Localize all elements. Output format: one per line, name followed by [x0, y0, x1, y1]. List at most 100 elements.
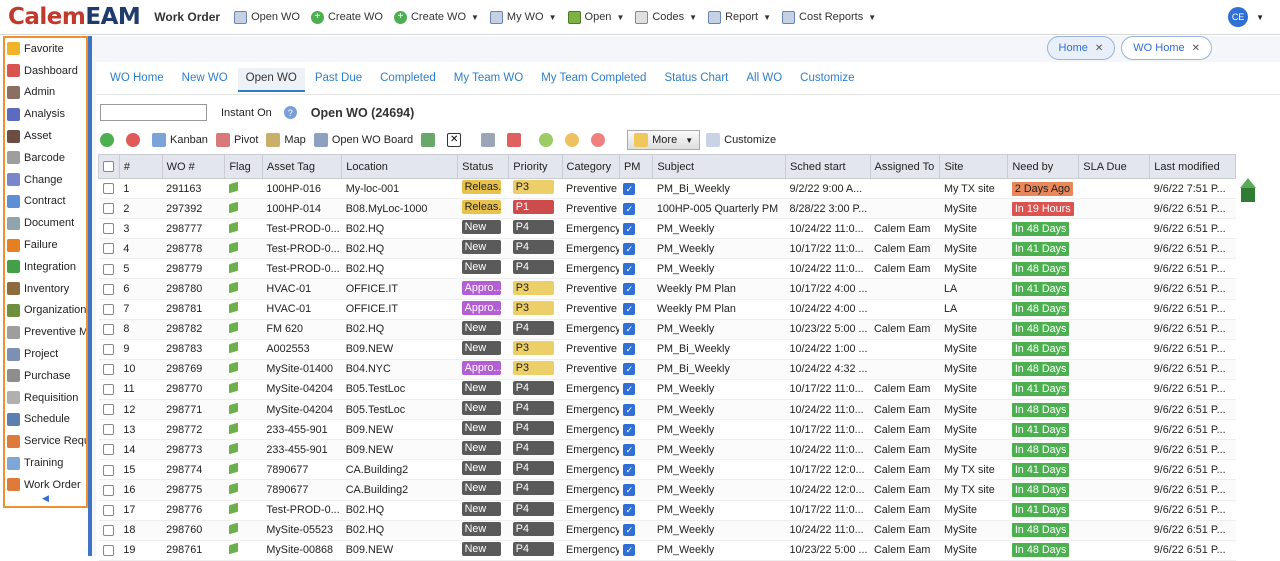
row-select-cell[interactable]	[98, 520, 120, 541]
column-header[interactable]: Assigned To	[869, 154, 941, 179]
view-tab[interactable]: My Team WO	[446, 68, 531, 92]
checkbox[interactable]	[102, 404, 114, 416]
top-menu-item[interactable]: Open ▼	[567, 10, 624, 24]
sidebar-item[interactable]: Preventive Ma	[5, 321, 86, 343]
table-row[interactable]: 16 298775 7890677 CA.Building2 New P4 Emergenc…	[98, 479, 1236, 501]
chevron-down-icon[interactable]: ▼	[549, 13, 557, 22]
user-avatar[interactable]: CE	[1228, 7, 1249, 27]
wo-number[interactable]: 298771	[162, 399, 225, 421]
table-row[interactable]: 5 298779 Test-PROD-0... B02.HQ New P4 Emergenc…	[98, 258, 1236, 280]
row-select-cell[interactable]	[98, 500, 120, 521]
sidebar-item[interactable]: Failure	[5, 234, 86, 256]
top-menu-item[interactable]: Codes ▼	[635, 10, 697, 24]
table-row[interactable]: 6 298780 HVAC-01 OFFICE.IT Appro... P3 Prevent…	[98, 278, 1236, 300]
row-select-cell[interactable]	[98, 198, 120, 220]
wo-number[interactable]: 298776	[162, 500, 225, 521]
checkbox[interactable]	[102, 544, 114, 556]
table-row[interactable]: 3 298777 Test-PROD-0... B02.HQ New P4 Emergenc…	[98, 218, 1236, 240]
checkbox[interactable]	[102, 283, 114, 295]
sidebar-item[interactable]: Barcode	[5, 147, 86, 169]
top-menu-item[interactable]: My WO ▼	[489, 10, 557, 24]
row-select-cell[interactable]	[98, 540, 120, 561]
table-row[interactable]: 17 298776 Test-PROD-0... B02.HQ New P4 Emergen…	[98, 500, 1236, 521]
row-select-cell[interactable]	[98, 359, 120, 380]
row-select-cell[interactable]	[98, 439, 120, 461]
wo-number[interactable]: 297392	[162, 198, 225, 220]
checkbox[interactable]	[102, 364, 114, 376]
checkbox[interactable]	[102, 343, 114, 355]
row-select-cell[interactable]	[98, 379, 120, 401]
checkbox[interactable]	[102, 263, 114, 275]
row-select-cell[interactable]	[98, 278, 120, 300]
sidebar-item[interactable]: Admin	[5, 82, 86, 104]
view-tab[interactable]: My Team Completed	[533, 68, 654, 92]
wo-number[interactable]: 298774	[162, 459, 225, 481]
row-select-cell[interactable]	[98, 258, 120, 280]
checkbox[interactable]	[102, 243, 114, 255]
row-select-cell[interactable]	[98, 319, 120, 340]
export-button[interactable]	[421, 133, 439, 147]
column-header[interactable]: Need by	[1007, 154, 1080, 179]
print-button[interactable]	[481, 133, 499, 147]
sidebar-item[interactable]: Schedule	[5, 409, 86, 431]
checkbox[interactable]	[102, 424, 114, 436]
help-icon[interactable]: ?	[283, 106, 297, 119]
chevron-down-icon[interactable]: ▼	[471, 13, 479, 22]
table-row[interactable]: 10 298769 MySite-01400 B04.NYC Appro... P3 Pre…	[98, 359, 1236, 380]
sidebar-item[interactable]: Organization	[5, 300, 86, 322]
row-select-cell[interactable]	[98, 178, 120, 200]
row-select-cell[interactable]	[98, 459, 120, 481]
row-select-cell[interactable]	[98, 238, 120, 260]
delete-button[interactable]	[126, 133, 144, 147]
zoom-out-button[interactable]	[591, 133, 609, 147]
row-select-cell[interactable]	[98, 479, 120, 501]
wo-number[interactable]: 298779	[162, 258, 225, 280]
view-tab[interactable]: Customize	[792, 68, 862, 92]
table-row[interactable]: 9 298783 A002553 B09.NEW New P3 Preventive ✓ PM_…	[98, 339, 1236, 360]
map-button[interactable]: Map	[266, 133, 306, 147]
checkbox[interactable]	[102, 484, 114, 496]
view-tab[interactable]: Completed	[372, 68, 444, 92]
checkbox[interactable]	[102, 203, 114, 215]
sidebar-item[interactable]: Service Reque	[5, 430, 86, 452]
checkbox[interactable]	[102, 303, 114, 315]
chevron-down-icon[interactable]: ▼	[763, 13, 771, 22]
chevron-down-icon[interactable]: ▼	[616, 13, 624, 22]
kanban-button[interactable]: Kanban	[152, 133, 208, 147]
checkbox[interactable]	[102, 464, 114, 476]
column-header[interactable]: Priority	[508, 154, 563, 179]
column-header[interactable]: PM	[618, 154, 654, 179]
column-header[interactable]: Sched start	[784, 154, 871, 179]
page-tab[interactable]: Home ✕	[1046, 36, 1116, 60]
page-tab[interactable]: WO Home ✕	[1121, 36, 1212, 60]
sidebar-item[interactable]: Inventory	[5, 278, 86, 300]
table-row[interactable]: 12 298771 MySite-04204 B05.TestLoc New P4 Emer…	[98, 399, 1236, 421]
column-header[interactable]: Category	[561, 154, 620, 179]
top-menu-item[interactable]: + Create WO ▼	[393, 10, 479, 24]
chevron-down-icon[interactable]: ▼	[868, 13, 876, 22]
row-select-cell[interactable]	[98, 299, 120, 320]
table-row[interactable]: 1291163 100HP-016My-loc-001Releas... P3 Pre…	[98, 178, 1236, 200]
wo-number[interactable]: 298773	[162, 439, 225, 461]
calem-logo[interactable]: CalemEAM	[8, 4, 141, 30]
table-row[interactable]: 2297392 100HP-014B08.MyLoc-1000Releas... P…	[98, 198, 1236, 220]
open-wo-board-button[interactable]: Open WO Board	[313, 133, 413, 147]
chevron-down-icon[interactable]: ▼	[689, 13, 697, 22]
checkbox[interactable]	[102, 444, 114, 456]
wo-number[interactable]: 298769	[162, 359, 225, 380]
checkbox[interactable]	[102, 223, 114, 235]
checkbox[interactable]	[102, 384, 114, 396]
table-row[interactable]: 15 298774 7890677 CA.Building2 New P4 Emergenc…	[98, 459, 1236, 481]
row-select-cell[interactable]	[98, 419, 120, 441]
table-row[interactable]: 7 298781 HVAC-01 OFFICE.IT Appro... P3 Prevent…	[98, 299, 1236, 320]
column-header[interactable]: Subject	[652, 154, 786, 179]
wo-number[interactable]: 298782	[162, 319, 225, 340]
select-all-checkbox-cell[interactable]	[98, 154, 120, 179]
wo-number[interactable]: 298777	[162, 218, 225, 240]
view-tab[interactable]: Past Due	[307, 68, 370, 92]
wo-number[interactable]: 298783	[162, 339, 225, 360]
sidebar-item[interactable]: Purchase	[5, 365, 86, 387]
chevron-down-icon[interactable]: ▼	[1256, 13, 1264, 22]
sidebar-item[interactable]: Document	[5, 212, 86, 234]
add-button[interactable]	[100, 133, 118, 147]
